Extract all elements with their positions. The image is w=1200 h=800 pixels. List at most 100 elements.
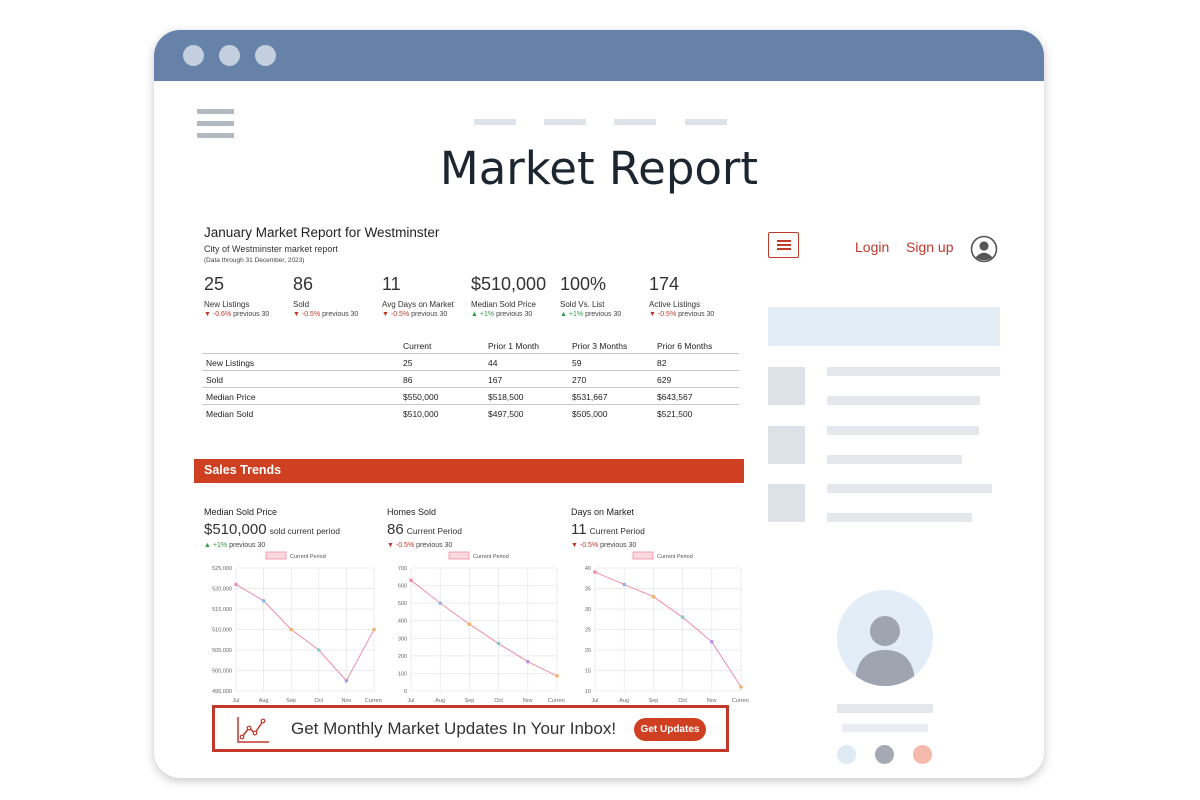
list-line-placeholder (827, 513, 972, 522)
x-tick-label: Oct (678, 698, 687, 704)
legend-swatch (632, 551, 654, 560)
y-tick-label: 515,000 (212, 607, 232, 613)
trend-value: 11 (571, 521, 587, 538)
profile-line-placeholder (842, 724, 928, 732)
table-header: Current Prior 1 Month Prior 3 Months Prior … (202, 337, 739, 354)
table-row: Median Sold $510,000 $497,500 $505,000 $521,… (202, 405, 739, 422)
trend-change: ▼ -0.5% previous 30 (387, 542, 452, 549)
report-subtitle: City of Westminster market report (204, 244, 338, 254)
section-title: Sales Trends (204, 463, 282, 477)
y-tick-label: 200 (398, 654, 407, 660)
signup-link[interactable]: Sign up (906, 239, 953, 255)
kpi-label: Sold (293, 300, 310, 309)
trend-change: ▲ +1% previous 30 (204, 542, 265, 549)
window-minimize-dot[interactable] (219, 45, 240, 66)
social-dot[interactable] (913, 745, 932, 764)
data-point (651, 594, 656, 599)
sidebar-menu-button[interactable] (768, 232, 799, 258)
data-point (555, 674, 559, 678)
avatar (837, 590, 933, 686)
table-cell: $550,000 (403, 392, 439, 402)
data-point (289, 627, 293, 632)
kpi-change-value: -0.5% (390, 311, 410, 318)
user-circle-icon[interactable] (970, 235, 998, 263)
report-title: January Market Report for Westminster (204, 225, 440, 240)
trend-value-row: 86 Current Period (387, 521, 462, 539)
legend-swatch (265, 551, 287, 560)
y-tick-label: 495,000 (212, 689, 232, 695)
hamburger-menu-icon[interactable] (197, 109, 234, 141)
kpi-change-suffix: previous 30 (322, 311, 359, 318)
kpi-value: $510,000 (471, 274, 547, 294)
login-link[interactable]: Login (855, 239, 889, 255)
kpi-item: 100% Sold Vs. List ▲ +1% previous 30 (560, 274, 660, 318)
kpi-arrow-icon: ▲ (560, 311, 567, 318)
table-cell: 59 (572, 358, 582, 368)
profile-name-placeholder (837, 704, 933, 713)
y-tick-label: 525,000 (212, 566, 232, 572)
kpi-change-suffix: previous 30 (585, 311, 622, 318)
list-thumbnail-placeholder (768, 426, 805, 464)
data-point (261, 599, 266, 603)
kpi-item: 11 Avg Days on Market ▼ -0.5% previous 30 (382, 274, 482, 318)
x-tick-label: Nov (342, 698, 352, 704)
y-tick-label: 25 (585, 628, 591, 634)
kpi-item: 25 New Listings ▼ -0.6% previous 30 (204, 274, 304, 318)
table-cell: Median Price (206, 392, 256, 402)
table-cell: 44 (488, 358, 498, 368)
kpi-label: Avg Days on Market (382, 300, 454, 309)
kpi-change-suffix: previous 30 (678, 311, 715, 318)
list-thumbnail-placeholder (768, 484, 805, 522)
data-point (739, 685, 743, 689)
kpi-arrow-icon: ▼ (293, 311, 300, 318)
nav-placeholder (544, 119, 586, 125)
x-tick-label: Sep (649, 698, 659, 704)
get-updates-button[interactable]: Get Updates (634, 718, 706, 741)
window-close-dot[interactable] (183, 45, 204, 66)
kpi-label: Median Sold Price (471, 300, 536, 309)
list-line-placeholder (827, 426, 979, 435)
window-maximize-dot[interactable] (255, 45, 276, 66)
market-table: Current Prior 1 Month Prior 3 Months Prior … (202, 337, 739, 422)
x-tick-label: Current (548, 698, 565, 704)
table-cell: $518,500 (488, 392, 524, 402)
kpi-change-value: -0.5% (657, 311, 677, 318)
kpi-arrow-icon: ▼ (649, 311, 656, 318)
y-tick-label: 10 (585, 689, 591, 695)
data-point (409, 578, 413, 583)
table-cell: Sold (206, 375, 224, 385)
table-cell: $531,667 (572, 392, 608, 402)
x-tick-label: Sep (286, 698, 296, 704)
trend-line-chart: Current Period 10 15 20 25 30 35 40 Jul Aug Sep Oct… (585, 551, 749, 704)
y-tick-label: 0 (404, 689, 407, 695)
series-line (410, 579, 558, 677)
section-band: Sales Trends (194, 459, 744, 483)
kpi-value: 11 (382, 274, 401, 294)
trend-arrow-icon: ▲ (204, 542, 211, 549)
x-tick-label: Aug (259, 698, 269, 704)
x-tick-label: Nov (707, 698, 717, 704)
table-cell: $521,500 (657, 409, 693, 419)
trend-change-suffix: previous 30 (416, 542, 453, 549)
y-tick-label: 505,000 (212, 648, 232, 654)
kpi-change-suffix: previous 30 (496, 311, 533, 318)
kpi-change: ▼ -0.5% previous 30 (382, 311, 482, 318)
table-cell: $510,000 (403, 409, 439, 419)
data-point (317, 648, 321, 652)
table-cell: New Listings (206, 358, 255, 368)
trend-line-chart: Current Period 495,000 500,000 505,000 510,0… (212, 551, 382, 704)
social-dot[interactable] (875, 745, 894, 764)
social-dot[interactable] (837, 745, 856, 764)
kpi-value: 25 (204, 274, 225, 294)
cta-text: Get Monthly Market Updates In Your Inbox… (291, 719, 617, 738)
table-cell: $497,500 (488, 409, 524, 419)
table-cell: Median Sold (206, 409, 254, 419)
data-point (344, 678, 349, 683)
trend-change-suffix: previous 30 (229, 542, 266, 549)
table-cell: 86 (403, 375, 413, 385)
browser-window: Market Report January Market Report for … (154, 30, 1044, 778)
trend-title: Median Sold Price (204, 507, 278, 517)
table-row: Sold 86 167 270 629 (202, 371, 739, 388)
list-line-placeholder (827, 455, 962, 464)
list-thumbnail-placeholder (768, 367, 805, 405)
